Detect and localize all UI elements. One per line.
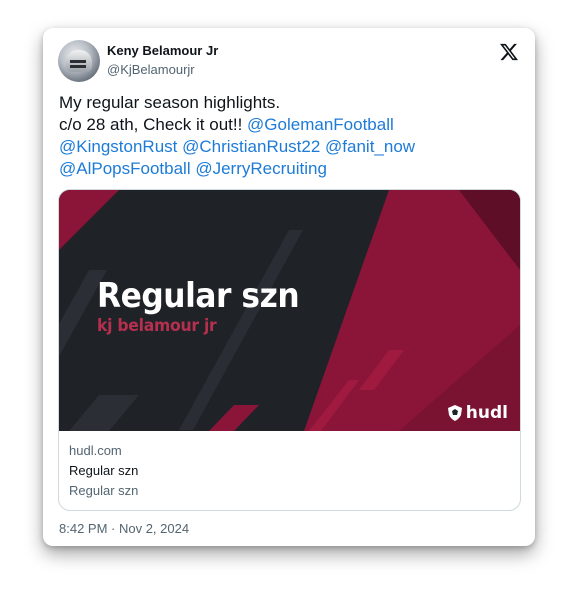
tweet-timestamp[interactable]: 8:42 PM · Nov 2, 2024	[59, 521, 189, 536]
mention-link[interactable]: @GolemanFootball	[247, 115, 394, 134]
mention-link[interactable]: @AlPopsFootball	[59, 159, 191, 178]
graphic-subtitle: kj belamour jr	[97, 316, 217, 336]
link-preview-image[interactable]: Regular szn kj belamour jr hudl	[59, 190, 520, 431]
hudl-wordmark: hudl	[465, 403, 508, 423]
link-description: Regular szn	[69, 483, 139, 498]
tweet-line-2: c/o 28 ath, Check it out!! @GolemanFootb…	[59, 114, 519, 136]
tweet-text: My regular season highlights. c/o 28 ath…	[59, 92, 519, 180]
mention-link[interactable]: @fanit_now	[325, 137, 415, 156]
tweet-line-1: My regular season highlights.	[59, 93, 281, 112]
tweet-card: Keny Belamour Jr @KjBelamourjr My regula…	[43, 28, 535, 546]
tweet-line-3: @KingstonRust @ChristianRust22 @fanit_no…	[59, 136, 519, 158]
facemask-graphic	[70, 60, 86, 63]
tweet-line-2-text: c/o 28 ath, Check it out!!	[59, 115, 248, 134]
link-title: Regular szn	[69, 463, 139, 478]
link-preview-meta[interactable]: hudl.com Regular szn Regular szn	[59, 431, 520, 501]
mention-link[interactable]: @ChristianRust22	[182, 137, 320, 156]
link-domain: hudl.com	[69, 443, 122, 458]
graphic-title: Regular szn	[97, 276, 300, 316]
hudl-shield-icon	[447, 405, 462, 421]
x-logo-icon[interactable]	[499, 42, 519, 62]
author-name[interactable]: Keny Belamour Jr	[107, 43, 218, 58]
mention-link[interactable]: @JerryRecruiting	[195, 159, 327, 178]
author-avatar[interactable]	[58, 40, 100, 82]
hudl-logo: hudl	[446, 403, 508, 423]
link-preview-card[interactable]: Regular szn kj belamour jr hudl hudl.com…	[58, 189, 521, 511]
mention-link[interactable]: @KingstonRust	[59, 137, 177, 156]
author-handle[interactable]: @KjBelamourjr	[107, 62, 195, 77]
tweet-line-4: @AlPopsFootball @JerryRecruiting	[59, 158, 519, 180]
